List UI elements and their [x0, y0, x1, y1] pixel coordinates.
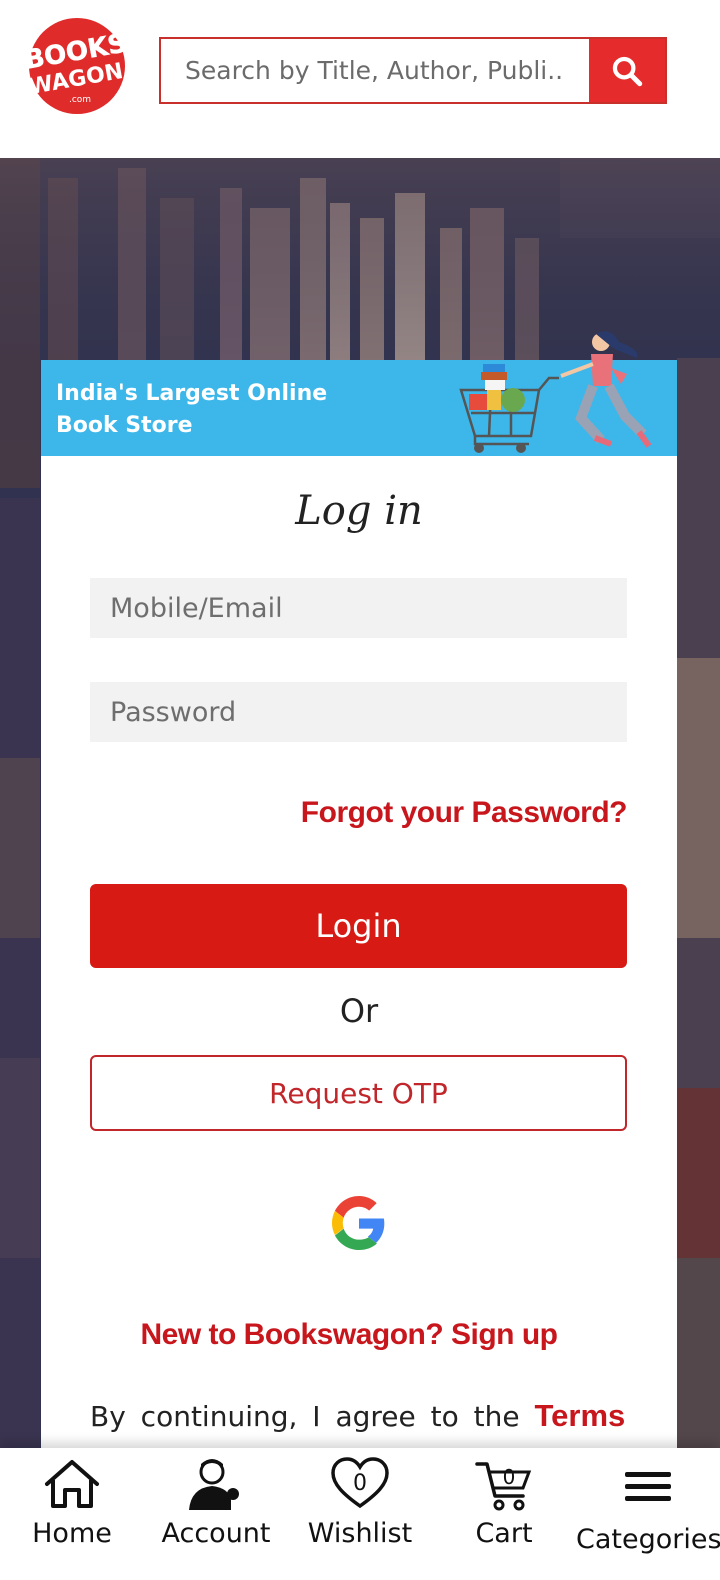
forgot-password-link[interactable]: Forgot your Password?: [301, 796, 628, 830]
bottom-nav: Home Account 0 Wishlist 0 Cart Categorie…: [0, 1448, 720, 1580]
nav-cart-label: Cart: [475, 1518, 533, 1549]
shopping-cart-illustration: [459, 331, 652, 453]
nav-account[interactable]: Account: [144, 1448, 288, 1580]
mobile-email-field[interactable]: [90, 578, 627, 638]
page-title: Log in: [295, 488, 423, 534]
wishlist-count: 0: [353, 1471, 367, 1496]
nav-cart[interactable]: 0 Cart: [432, 1448, 576, 1580]
heart-icon: 0: [331, 1457, 389, 1509]
account-icon: [189, 1459, 239, 1510]
nav-categories[interactable]: Categories: [576, 1448, 720, 1580]
nav-home[interactable]: Home: [0, 1448, 144, 1580]
banner-line1: India's Largest Online: [56, 381, 328, 406]
nav-account-label: Account: [161, 1518, 271, 1549]
menu-icon: [625, 1472, 671, 1501]
svg-text:.com: .com: [69, 95, 91, 105]
search-bar: [159, 37, 667, 104]
signup-link[interactable]: New to Bookswagon? Sign up: [41, 1318, 657, 1352]
bookswagon-logo[interactable]: BOOKS WAGON .com: [18, 16, 136, 116]
search-input[interactable]: [161, 39, 589, 102]
password-field[interactable]: [90, 682, 627, 742]
nav-home-label: Home: [32, 1518, 112, 1549]
nav-categories-label: Categories: [576, 1524, 720, 1555]
header: BOOKS WAGON .com: [0, 0, 720, 158]
terms-text: By continuing, I agree to the Terms: [90, 1398, 627, 1434]
google-icon[interactable]: [332, 1196, 386, 1250]
banner-line2: Book Store: [56, 413, 193, 438]
terms-link[interactable]: Terms: [535, 1398, 626, 1433]
or-divider: Or: [339, 992, 379, 1030]
promo-banner: India's Largest Online Book Store: [41, 331, 677, 456]
request-otp-button[interactable]: Request OTP: [90, 1055, 627, 1131]
nav-wishlist-label: Wishlist: [307, 1518, 413, 1549]
home-icon: [45, 1460, 99, 1508]
terms-prefix: By continuing, I agree to the: [90, 1400, 520, 1433]
login-card: India's Largest Online Book Store Log in…: [41, 331, 677, 1460]
cart-count: 0: [503, 1465, 516, 1489]
banner-text: India's Largest Online Book Store: [56, 378, 327, 442]
login-button[interactable]: Login: [90, 884, 627, 968]
search-icon: [612, 56, 643, 86]
nav-wishlist[interactable]: 0 Wishlist: [288, 1448, 432, 1580]
cart-icon: 0: [475, 1462, 532, 1511]
search-button[interactable]: [589, 39, 665, 102]
